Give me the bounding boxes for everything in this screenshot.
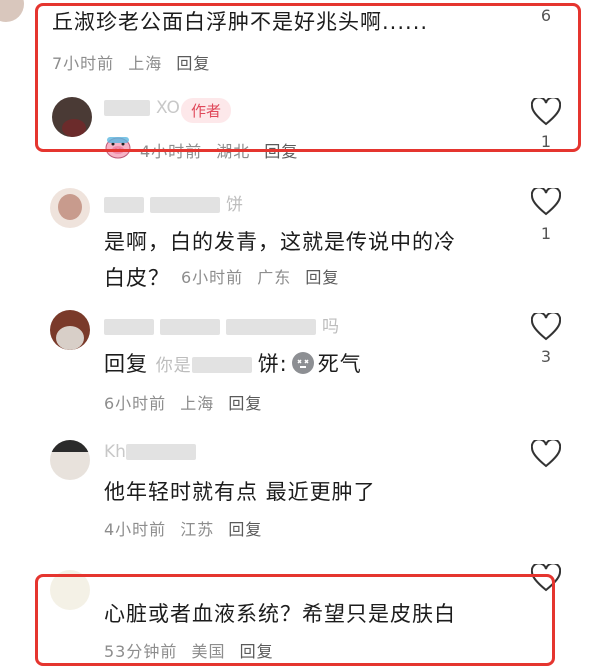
- like-button[interactable]: 3: [529, 313, 563, 366]
- like-button[interactable]: 1: [529, 188, 563, 243]
- like-count: 1: [540, 224, 552, 243]
- comment-text: 回复 你是 饼: 死气: [104, 352, 362, 376]
- highlight-box: [35, 3, 581, 152]
- comment-meta: 4小时前 江苏 回复: [104, 516, 270, 540]
- heart-icon: [531, 313, 561, 341]
- comment-time: 6小时前: [104, 394, 167, 413]
- heart-icon: [531, 188, 561, 216]
- like-button[interactable]: [529, 440, 563, 468]
- username[interactable]: 饼: [104, 190, 243, 215]
- comment-text-line2: 白皮？: [104, 266, 170, 290]
- reply-button[interactable]: 回复: [228, 394, 262, 413]
- comment-time: 6小时前: [181, 268, 244, 287]
- username[interactable]: Kh: [104, 442, 202, 462]
- reply-button[interactable]: 回复: [305, 268, 339, 287]
- comment-meta: 6小时前 上海 回复: [104, 390, 270, 414]
- comment-location: 广东: [257, 268, 292, 287]
- avatar[interactable]: [50, 310, 90, 350]
- like-count: 3: [540, 347, 552, 366]
- comment-time: 4小时前: [104, 520, 167, 539]
- highlight-box: [35, 574, 555, 666]
- avatar[interactable]: [0, 0, 24, 22]
- comment-text: 他年轻时就有点 最近更肿了: [104, 480, 376, 504]
- heart-icon: [531, 440, 561, 468]
- reply-button[interactable]: 回复: [228, 520, 262, 539]
- username[interactable]: 吗: [104, 312, 339, 337]
- comment-location: 上海: [180, 394, 215, 413]
- avatar[interactable]: [50, 440, 90, 480]
- avatar[interactable]: [50, 188, 90, 228]
- dead-face-emoji-icon: [291, 352, 314, 374]
- comment-text: 是啊，白的发青，这就是传说中的冷: [104, 230, 456, 254]
- comment-meta: 6小时前 广东 回复: [181, 264, 347, 288]
- comment-location: 江苏: [180, 520, 215, 539]
